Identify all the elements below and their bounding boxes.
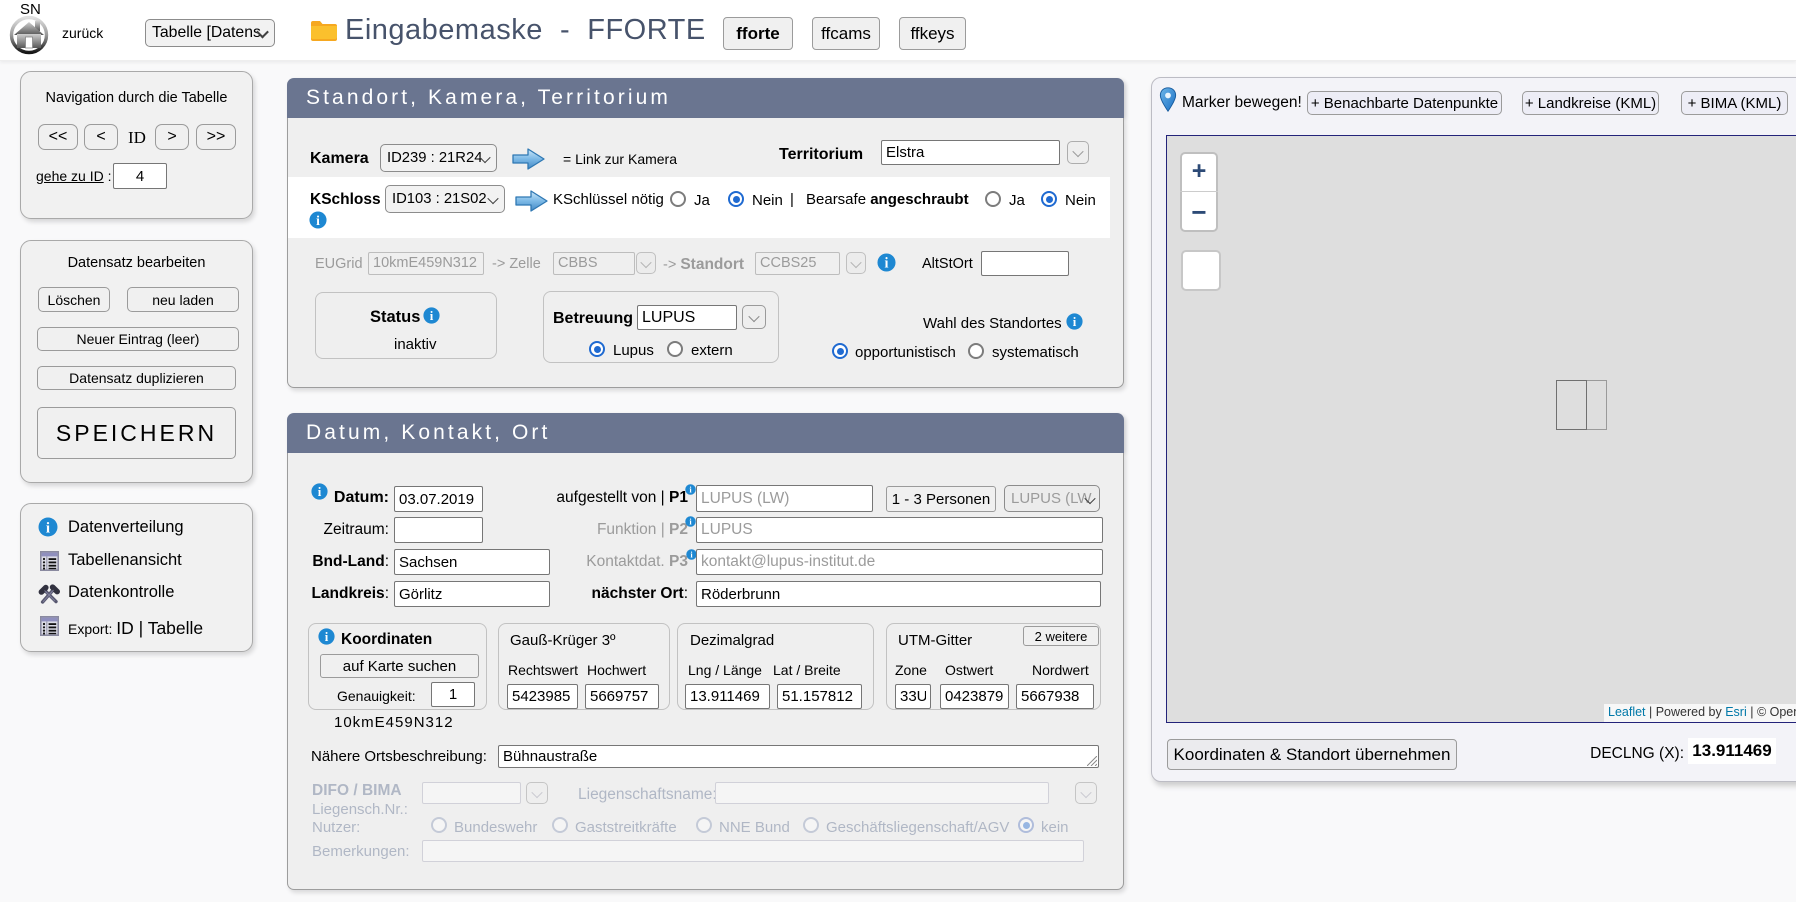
svg-text:i: i bbox=[1073, 315, 1077, 329]
svg-text:i: i bbox=[430, 309, 434, 323]
svg-text:i: i bbox=[885, 256, 889, 272]
svg-text:i: i bbox=[316, 213, 320, 228]
svg-text:i: i bbox=[46, 521, 50, 537]
svg-text:i: i bbox=[325, 630, 329, 644]
